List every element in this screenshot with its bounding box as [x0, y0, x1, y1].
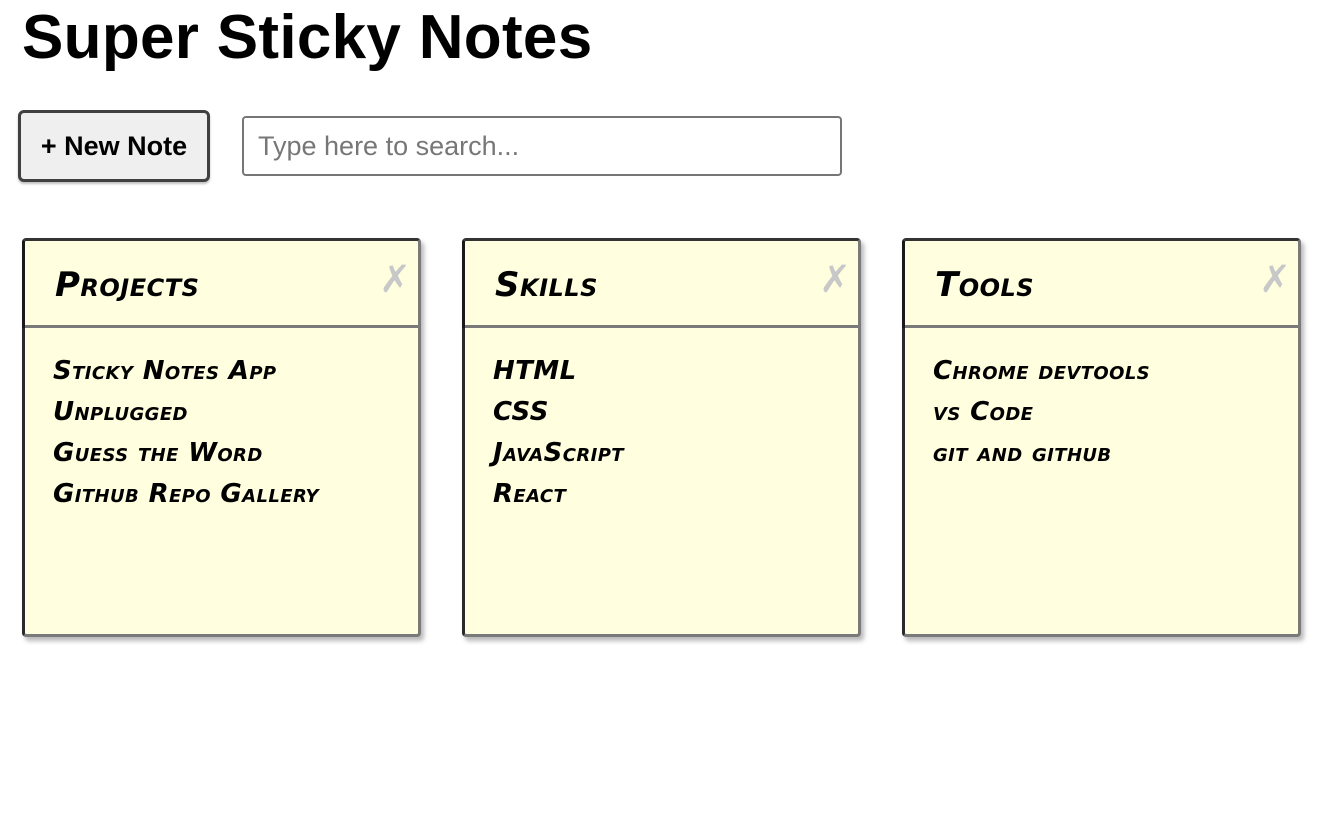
sticky-note[interactable]: Projects ✗ Sticky Notes App Unplugged Gu… [22, 238, 421, 637]
sticky-note[interactable]: Skills ✗ HTML CSS JavaScript React [462, 238, 861, 637]
new-note-button[interactable]: + New Note [18, 110, 210, 182]
page-title: Super Sticky Notes [22, 3, 593, 72]
note-line: Sticky Notes App [53, 356, 277, 386]
note-title[interactable]: Skills [495, 265, 598, 305]
note-body[interactable]: Chrome devtools vs Code git and github [933, 351, 1288, 474]
note-header[interactable]: Tools ✗ [902, 241, 1298, 328]
note-header-accent [902, 241, 905, 328]
note-line: vs Code [933, 397, 1034, 427]
note-body[interactable]: Sticky Notes App Unplugged Guess the Wor… [53, 351, 408, 515]
sticky-note[interactable]: Tools ✗ Chrome devtools vs Code git and … [902, 238, 1301, 637]
note-line: React [493, 479, 567, 509]
close-icon[interactable]: ✗ [1258, 259, 1292, 299]
note-title[interactable]: Tools [935, 265, 1034, 305]
note-line: git and github [933, 438, 1112, 468]
note-line: CSS [493, 397, 549, 427]
note-header[interactable]: Projects ✗ [22, 241, 418, 328]
note-line: Github Repo Gallery [53, 479, 319, 509]
note-header-accent [22, 241, 25, 328]
close-icon[interactable]: ✗ [818, 259, 852, 299]
close-icon[interactable]: ✗ [378, 259, 412, 299]
note-line: Unplugged [53, 397, 188, 427]
search-input[interactable] [242, 116, 842, 176]
note-header[interactable]: Skills ✗ [462, 241, 858, 328]
note-line: JavaScript [493, 438, 624, 468]
note-line: HTML [493, 356, 577, 386]
note-line: Chrome devtools [933, 356, 1151, 386]
note-body[interactable]: HTML CSS JavaScript React [493, 351, 848, 515]
note-line: Guess the Word [53, 438, 263, 468]
note-header-accent [462, 241, 465, 328]
note-title[interactable]: Projects [55, 265, 199, 305]
